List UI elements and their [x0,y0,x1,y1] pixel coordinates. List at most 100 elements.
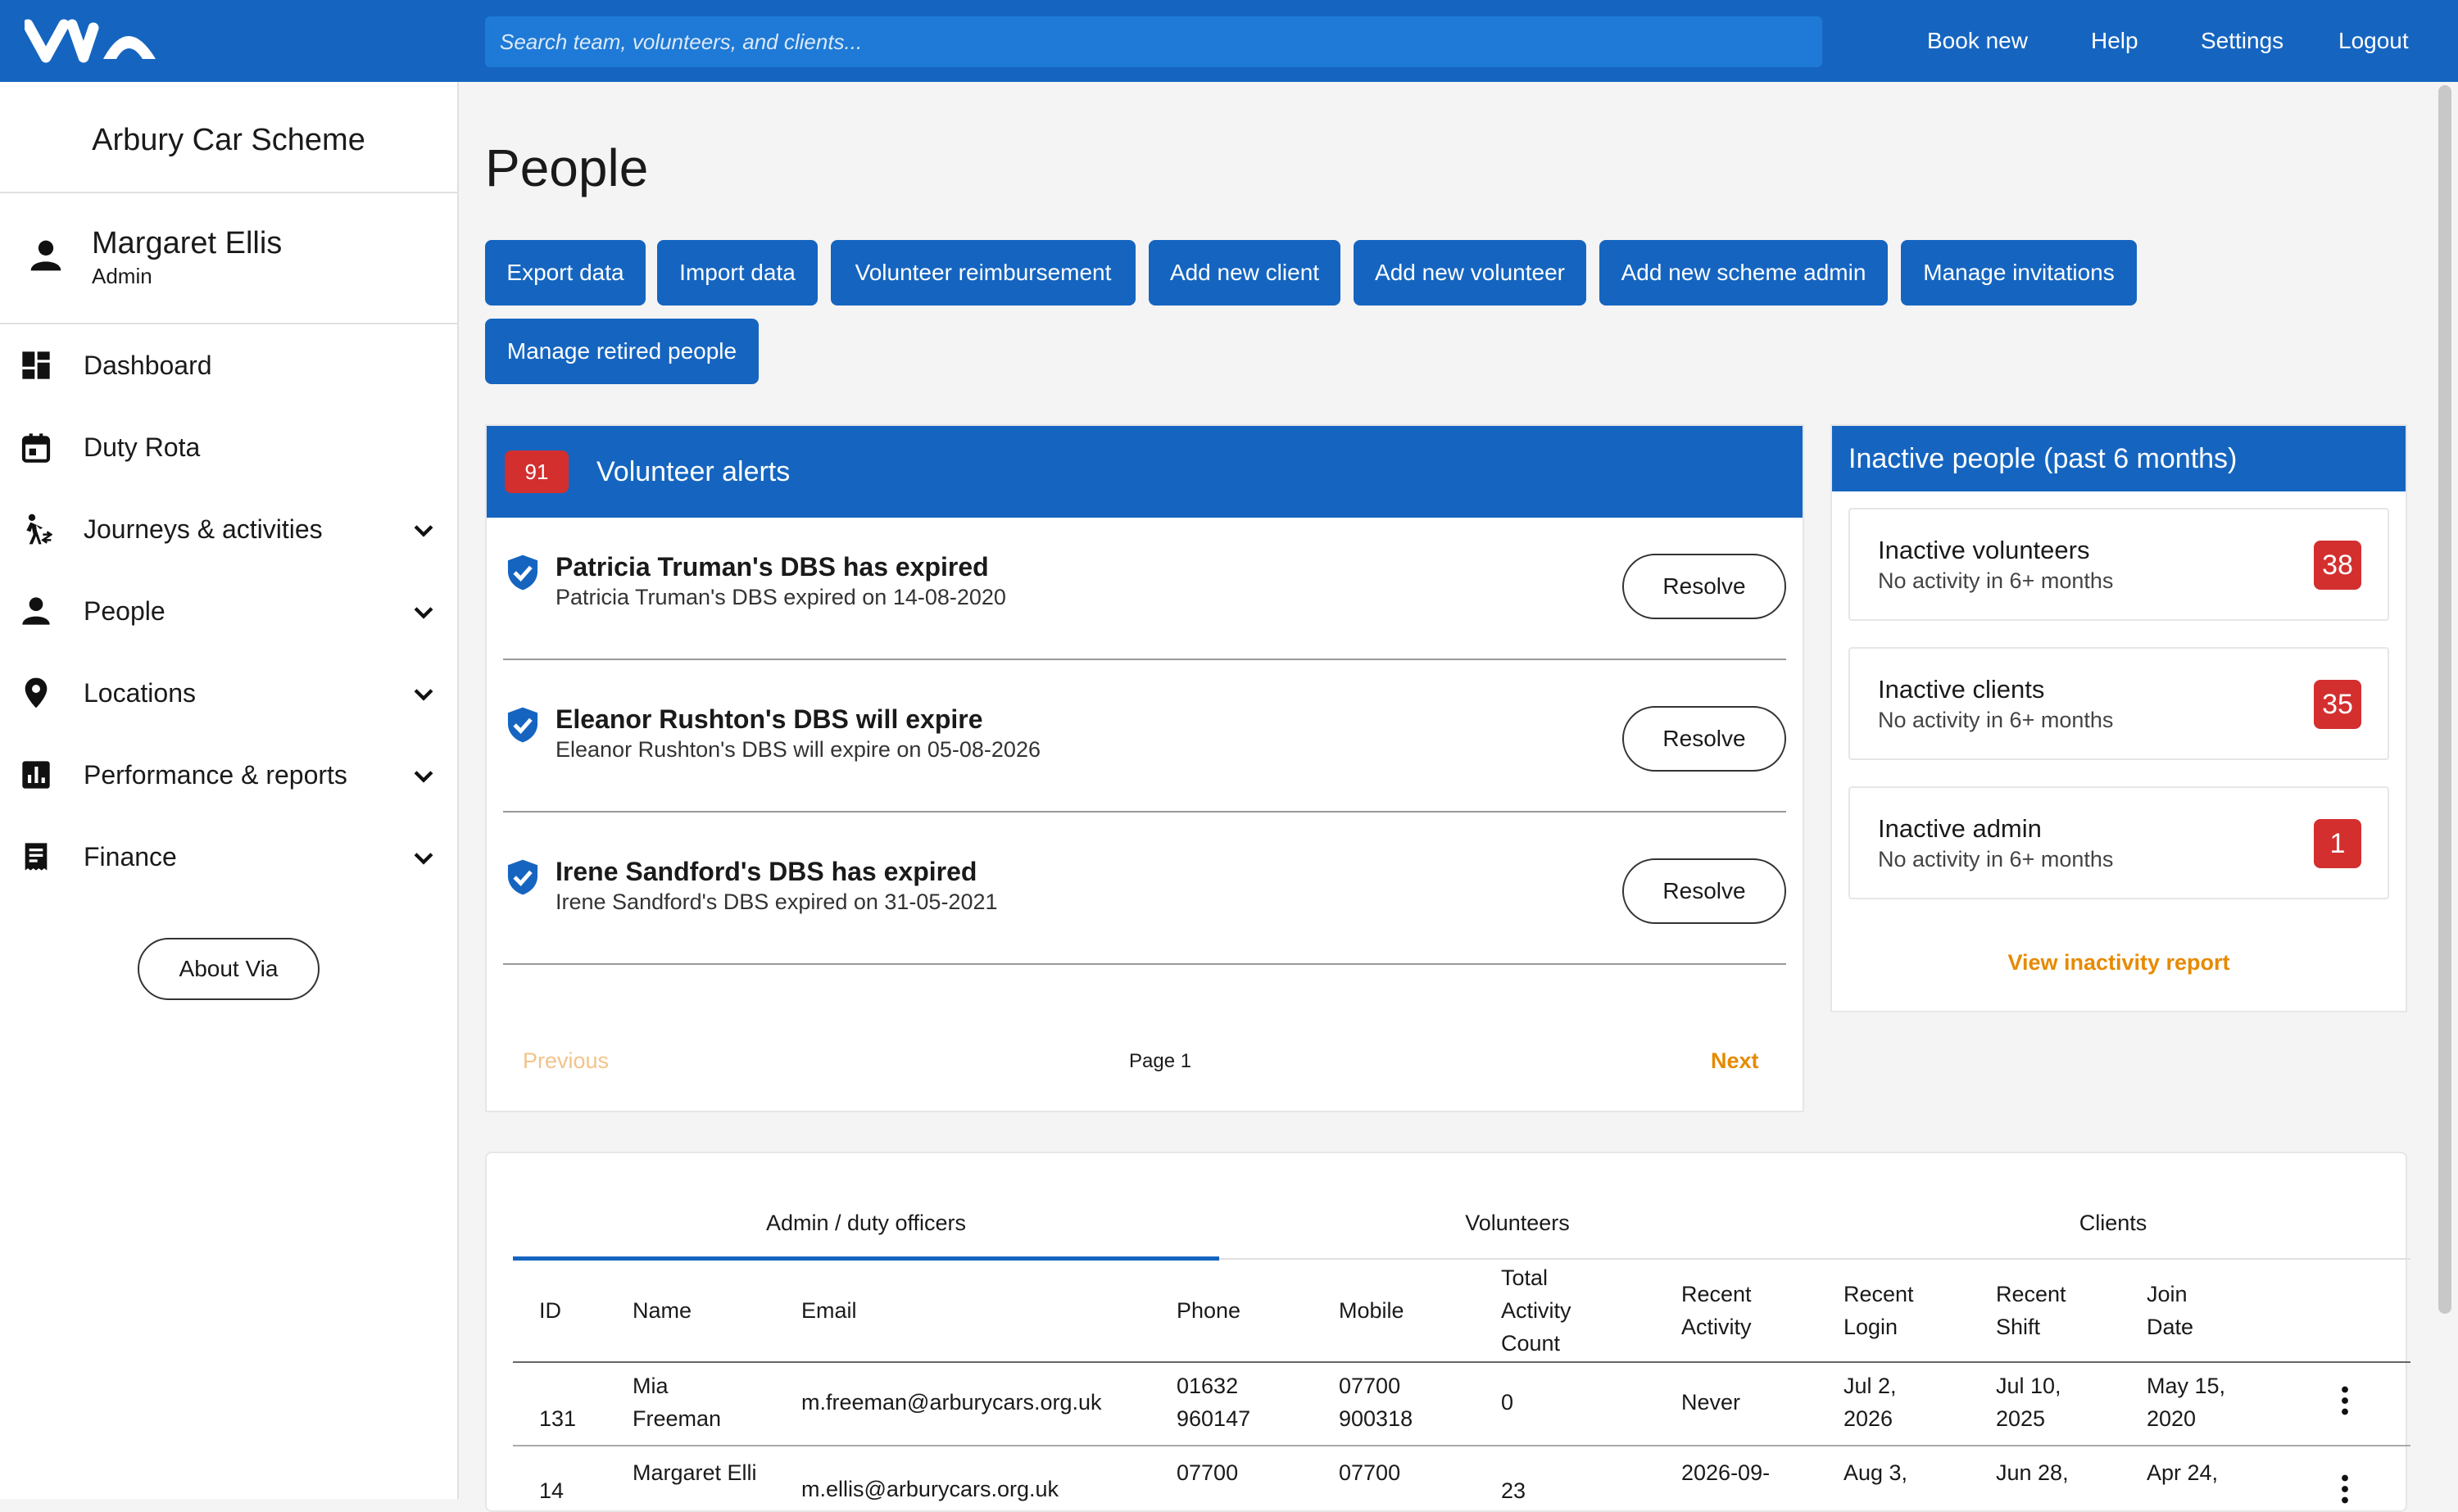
sidebar-item-label: Locations [84,678,196,708]
alert-title: Irene Sandford's DBS has expired [556,857,977,886]
item-subtitle: No activity in 6+ months [1878,708,2114,732]
cell-name: Margaret Elli [633,1460,757,1485]
divider [503,963,1786,965]
more-options-icon[interactable] [2340,1386,2350,1415]
add-new-scheme-admin-button[interactable]: Add new scheme admin [1599,240,1888,306]
help-link[interactable]: Help [2091,0,2138,82]
page-title: People [485,138,649,197]
scheme-name: Arbury Car Scheme [92,123,365,157]
top-bar: Search team, volunteers, and clients... … [0,0,2458,82]
sidebar: Arbury Car Scheme Margaret Ellis Admin D… [0,82,459,1499]
volunteer-alerts-card: 91 Volunteer alerts Patricia Truman's DB… [485,424,1804,1112]
row-divider [513,1445,2410,1446]
alerts-header: 91 Volunteer alerts [487,426,1803,518]
resolve-button[interactable]: Resolve [1622,554,1786,619]
chevron-down-icon[interactable] [410,598,438,626]
book-new-link[interactable]: Book new [1927,0,2028,82]
logout-link[interactable]: Logout [2338,0,2409,82]
alerts-title: Volunteer alerts [596,456,791,487]
volunteer-reimbursement-button[interactable]: Volunteer reimbursement [831,240,1136,306]
sidebar-item-performance[interactable]: Performance & reports [0,742,457,808]
sidebar-item-finance[interactable]: Finance [0,824,457,890]
walking-icon [26,514,52,545]
calendar-icon [21,433,51,463]
export-data-button[interactable]: Export data [485,240,646,306]
dashboard-icon [22,351,50,379]
alert-count-badge: 91 [505,450,569,493]
add-new-volunteer-button[interactable]: Add new volunteer [1354,240,1586,306]
user-name: Margaret Ellis [92,226,283,260]
item-title: Inactive volunteers [1878,536,2090,564]
via-logo[interactable] [25,18,172,64]
shield-check-icon [507,555,538,591]
settings-link[interactable]: Settings [2201,0,2283,82]
item-title: Inactive admin [1878,814,2042,843]
cell-mobile: 07700 900318 [1339,1374,1413,1431]
column-header-id[interactable]: ID [539,1260,561,1361]
sidebar-item-dashboard[interactable]: Dashboard [0,333,457,398]
cell-recent-shift: Jun 28, [1996,1460,2069,1485]
alert-title: Eleanor Rushton's DBS will expire [556,704,983,734]
chevron-down-icon[interactable] [410,844,438,871]
inactive-people-title: Inactive people (past 6 months) [1832,426,2406,491]
sidebar-item-people[interactable]: People [0,578,457,644]
page-scrollbar[interactable] [2438,85,2451,1314]
sidebar-item-journeys[interactable]: Journeys & activities [0,496,457,562]
sidebar-item-locations[interactable]: Locations [0,660,457,726]
column-header-mobile[interactable]: Mobile [1339,1260,1404,1361]
column-header-recent-shift[interactable]: Recent Shift [1996,1260,2086,1361]
page-indicator: Page 1 [1129,1050,1192,1072]
inactive-people-card: Inactive people (past 6 months) Inactive… [1830,424,2407,1012]
divider [503,811,1786,813]
view-inactivity-report-link[interactable]: View inactivity report [1832,950,2406,976]
cell-id: 131 [539,1406,577,1431]
chevron-down-icon[interactable] [410,762,438,790]
alert-description: Irene Sandford's DBS expired on 31-05-20… [556,890,998,914]
manage-retired-people-button[interactable]: Manage retired people [485,319,759,384]
sidebar-item-label: Dashboard [84,351,212,380]
cell-recent-login: Jul 2, 2026 [1844,1374,1897,1431]
chevron-down-icon[interactable] [410,680,438,708]
cell-join-date: May 15, 2020 [2147,1374,2226,1431]
divider [0,323,457,324]
tab-admin-duty-officers[interactable]: Admin / duty officers [513,1211,1219,1236]
divider [0,192,457,193]
people-table-card: Admin / duty officers Volunteers Clients… [485,1152,2410,1512]
sidebar-item-label: Performance & reports [84,760,347,790]
previous-page-button[interactable]: Previous [523,1048,609,1074]
cell-name: Mia Freeman [633,1374,722,1431]
divider [503,659,1786,660]
column-header-email[interactable]: Email [801,1260,857,1361]
column-header-phone[interactable]: Phone [1177,1260,1240,1361]
inactive-clients-item[interactable]: Inactive clients No activity in 6+ month… [1848,647,2389,760]
person-icon [30,240,61,271]
alert-description: Patricia Truman's DBS expired on 14-08-2… [556,585,1006,609]
sidebar-item-label: Finance [84,842,177,871]
column-header-total-activity-count[interactable]: Total Activity Count [1501,1260,1583,1361]
cell-mobile: 07700 [1339,1460,1401,1485]
column-header-join-date[interactable]: Join Date [2147,1260,2220,1361]
sidebar-item-duty-rota[interactable]: Duty Rota [0,414,457,480]
bar-chart-icon [22,761,50,789]
sidebar-item-label: Duty Rota [84,432,201,462]
import-data-button[interactable]: Import data [657,240,818,306]
tab-clients[interactable]: Clients [1816,1211,2410,1236]
resolve-button[interactable]: Resolve [1622,858,1786,924]
column-header-recent-login[interactable]: Recent Login [1844,1260,1934,1361]
add-new-client-button[interactable]: Add new client [1149,240,1340,306]
alert-title: Patricia Truman's DBS has expired [556,552,989,582]
column-header-recent-activity[interactable]: Recent Activity [1681,1260,1788,1361]
inactive-admin-item[interactable]: Inactive admin No activity in 6+ months … [1848,786,2389,899]
resolve-button[interactable]: Resolve [1622,706,1786,772]
manage-invitations-button[interactable]: Manage invitations [1901,240,2137,306]
tab-volunteers[interactable]: Volunteers [1219,1211,1816,1236]
search-input[interactable]: Search team, volunteers, and clients... [485,16,1822,67]
about-via-button[interactable]: About Via [138,938,320,1000]
inactive-volunteers-item[interactable]: Inactive volunteers No activity in 6+ mo… [1848,508,2389,621]
column-header-name[interactable]: Name [633,1260,692,1361]
next-page-button[interactable]: Next [1711,1048,1759,1074]
chevron-down-icon[interactable] [410,516,438,544]
cell-total-activity: 23 [1501,1478,1526,1503]
more-options-icon[interactable] [2340,1474,2350,1504]
shield-check-icon [507,707,538,743]
